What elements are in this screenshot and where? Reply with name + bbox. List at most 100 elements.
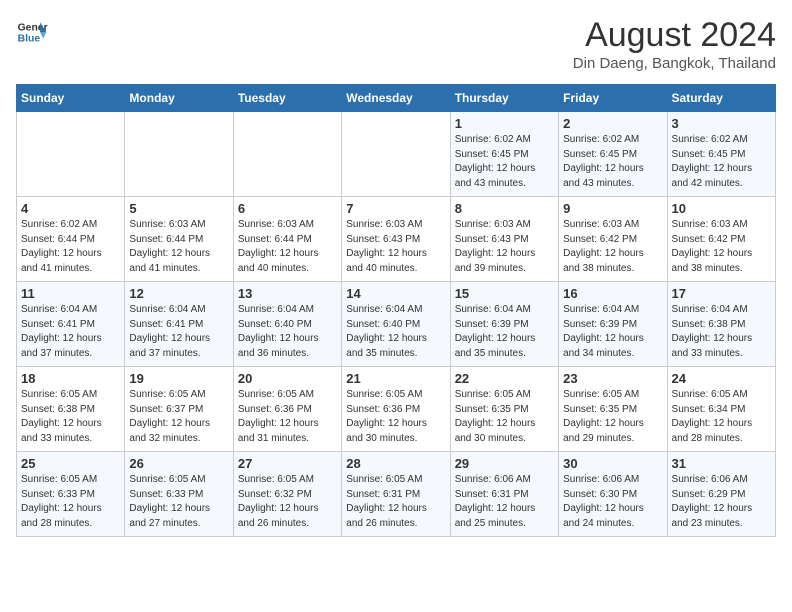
calendar-cell: 28 Sunrise: 6:05 AM Sunset: 6:31 PM Dayli…: [342, 452, 450, 537]
calendar-cell: 21 Sunrise: 6:05 AM Sunset: 6:36 PM Dayli…: [342, 367, 450, 452]
cell-date: 23: [563, 371, 662, 386]
calendar-cell: 16 Sunrise: 6:04 AM Sunset: 6:39 PM Dayli…: [559, 282, 667, 367]
cell-info: Sunrise: 6:05 AM Sunset: 6:35 PM Dayligh…: [455, 388, 554, 446]
cell-date: 25: [21, 456, 120, 471]
cell-date: 2: [563, 116, 662, 131]
cell-date: 18: [21, 371, 120, 386]
calendar-cell: [125, 112, 233, 197]
calendar-title: August 2024: [573, 16, 776, 55]
cell-date: 11: [21, 286, 120, 301]
cell-date: 31: [672, 456, 771, 471]
svg-text:Blue: Blue: [18, 34, 41, 45]
week-row-1: 1 Sunrise: 6:02 AM Sunset: 6:45 PM Daylig…: [17, 112, 776, 197]
header-row: SundayMondayTuesdayWednesdayThursdayFrid…: [17, 85, 776, 112]
cell-date: 1: [455, 116, 554, 131]
calendar-cell: 12Sunrise: 6:04 AM Sunset: 6:41 PM Dayli…: [125, 282, 233, 367]
cell-date: 24: [672, 371, 771, 386]
title-block: August 2024 Din Daeng, Bangkok, Thailand: [573, 16, 776, 72]
calendar-cell: 26Sunrise: 6:05 AM Sunset: 6:33 PM Dayli…: [125, 452, 233, 537]
day-header-monday: Monday: [125, 85, 233, 112]
cell-date: 13: [238, 286, 337, 301]
calendar-cell: [17, 112, 125, 197]
calendar-cell: 20 Sunrise: 6:05 AM Sunset: 6:36 PM Dayli…: [233, 367, 341, 452]
calendar-cell: 11 Sunrise: 6:04 AM Sunset: 6:41 PM Dayli…: [17, 282, 125, 367]
logo-icon: General Blue: [16, 16, 48, 48]
cell-info: Sunrise: 6:05 AM Sunset: 6:38 PM Dayligh…: [21, 388, 120, 446]
day-header-wednesday: Wednesday: [342, 85, 450, 112]
cell-date: 7: [346, 201, 445, 216]
week-row-5: 25 Sunrise: 6:05 AM Sunset: 6:33 PM Dayli…: [17, 452, 776, 537]
cell-info: Sunrise: 6:05 AM Sunset: 6:33 PM Dayligh…: [21, 473, 120, 531]
cell-info: Sunrise: 6:06 AM Sunset: 6:30 PM Dayligh…: [563, 473, 662, 531]
calendar-cell: 30 Sunrise: 6:06 AM Sunset: 6:30 PM Dayli…: [559, 452, 667, 537]
calendar-cell: 3Sunrise: 6:02 AM Sunset: 6:45 PM Daylig…: [667, 112, 775, 197]
calendar-cell: 9Sunrise: 6:03 AM Sunset: 6:42 PM Daylig…: [559, 197, 667, 282]
cell-date: 22: [455, 371, 554, 386]
cell-info: Sunrise: 6:03 AM Sunset: 6:42 PM Dayligh…: [672, 218, 771, 276]
cell-info: Sunrise: 6:02 AM Sunset: 6:45 PM Dayligh…: [455, 133, 554, 191]
week-row-3: 11 Sunrise: 6:04 AM Sunset: 6:41 PM Dayli…: [17, 282, 776, 367]
cell-info: Sunrise: 6:04 AM Sunset: 6:39 PM Dayligh…: [455, 303, 554, 361]
cell-date: 3: [672, 116, 771, 131]
cell-info: Sunrise: 6:04 AM Sunset: 6:40 PM Dayligh…: [238, 303, 337, 361]
cell-info: Sunrise: 6:03 AM Sunset: 6:42 PM Dayligh…: [563, 218, 662, 276]
cell-info: Sunrise: 6:05 AM Sunset: 6:34 PM Dayligh…: [672, 388, 771, 446]
cell-info: Sunrise: 6:03 AM Sunset: 6:43 PM Dayligh…: [346, 218, 445, 276]
cell-date: 21: [346, 371, 445, 386]
cell-date: 17: [672, 286, 771, 301]
cell-date: 5: [129, 201, 228, 216]
cell-date: 20: [238, 371, 337, 386]
calendar-cell: 31 Sunrise: 6:06 AM Sunset: 6:29 PM Dayli…: [667, 452, 775, 537]
cell-info: Sunrise: 6:02 AM Sunset: 6:45 PM Dayligh…: [563, 133, 662, 191]
cell-info: Sunrise: 6:05 AM Sunset: 6:33 PM Dayligh…: [129, 473, 228, 531]
cell-date: 12: [129, 286, 228, 301]
cell-info: Sunrise: 6:04 AM Sunset: 6:39 PM Dayligh…: [563, 303, 662, 361]
calendar-cell: 29Sunrise: 6:06 AM Sunset: 6:31 PM Dayli…: [450, 452, 558, 537]
calendar-cell: 23Sunrise: 6:05 AM Sunset: 6:35 PM Dayli…: [559, 367, 667, 452]
week-row-2: 4Sunrise: 6:02 AM Sunset: 6:44 PM Daylig…: [17, 197, 776, 282]
calendar-cell: 18 Sunrise: 6:05 AM Sunset: 6:38 PM Dayli…: [17, 367, 125, 452]
cell-date: 4: [21, 201, 120, 216]
cell-date: 6: [238, 201, 337, 216]
day-header-saturday: Saturday: [667, 85, 775, 112]
cell-info: Sunrise: 6:05 AM Sunset: 6:36 PM Dayligh…: [238, 388, 337, 446]
cell-info: Sunrise: 6:06 AM Sunset: 6:29 PM Dayligh…: [672, 473, 771, 531]
day-header-thursday: Thursday: [450, 85, 558, 112]
cell-info: Sunrise: 6:05 AM Sunset: 6:32 PM Dayligh…: [238, 473, 337, 531]
cell-info: Sunrise: 6:03 AM Sunset: 6:43 PM Dayligh…: [455, 218, 554, 276]
calendar-cell: 15 Sunrise: 6:04 AM Sunset: 6:39 PM Dayli…: [450, 282, 558, 367]
calendar-cell: 7 Sunrise: 6:03 AM Sunset: 6:43 PM Daylig…: [342, 197, 450, 282]
calendar-cell: 19 Sunrise: 6:05 AM Sunset: 6:37 PM Dayli…: [125, 367, 233, 452]
calendar-cell: 22 Sunrise: 6:05 AM Sunset: 6:35 PM Dayli…: [450, 367, 558, 452]
cell-date: 19: [129, 371, 228, 386]
calendar-cell: 17 Sunrise: 6:04 AM Sunset: 6:38 PM Dayli…: [667, 282, 775, 367]
cell-info: Sunrise: 6:03 AM Sunset: 6:44 PM Dayligh…: [238, 218, 337, 276]
calendar-cell: 5Sunrise: 6:03 AM Sunset: 6:44 PM Daylig…: [125, 197, 233, 282]
calendar-subtitle: Din Daeng, Bangkok, Thailand: [573, 55, 776, 72]
cell-info: Sunrise: 6:05 AM Sunset: 6:31 PM Dayligh…: [346, 473, 445, 531]
calendar-cell: 1 Sunrise: 6:02 AM Sunset: 6:45 PM Daylig…: [450, 112, 558, 197]
cell-date: 28: [346, 456, 445, 471]
calendar-cell: 6 Sunrise: 6:03 AM Sunset: 6:44 PM Daylig…: [233, 197, 341, 282]
calendar-table: SundayMondayTuesdayWednesdayThursdayFrid…: [16, 84, 776, 537]
calendar-cell: 8 Sunrise: 6:03 AM Sunset: 6:43 PM Daylig…: [450, 197, 558, 282]
calendar-cell: 27 Sunrise: 6:05 AM Sunset: 6:32 PM Dayli…: [233, 452, 341, 537]
calendar-cell: 13 Sunrise: 6:04 AM Sunset: 6:40 PM Dayli…: [233, 282, 341, 367]
cell-info: Sunrise: 6:04 AM Sunset: 6:41 PM Dayligh…: [21, 303, 120, 361]
calendar-header: SundayMondayTuesdayWednesdayThursdayFrid…: [17, 85, 776, 112]
cell-date: 30: [563, 456, 662, 471]
calendar-cell: 4Sunrise: 6:02 AM Sunset: 6:44 PM Daylig…: [17, 197, 125, 282]
cell-date: 10: [672, 201, 771, 216]
cell-date: 27: [238, 456, 337, 471]
cell-date: 8: [455, 201, 554, 216]
cell-date: 15: [455, 286, 554, 301]
cell-info: Sunrise: 6:05 AM Sunset: 6:36 PM Dayligh…: [346, 388, 445, 446]
week-row-4: 18 Sunrise: 6:05 AM Sunset: 6:38 PM Dayli…: [17, 367, 776, 452]
cell-date: 16: [563, 286, 662, 301]
logo: General Blue: [16, 16, 48, 48]
page-header: General Blue August 2024 Din Daeng, Bang…: [16, 16, 776, 72]
day-header-sunday: Sunday: [17, 85, 125, 112]
cell-info: Sunrise: 6:04 AM Sunset: 6:38 PM Dayligh…: [672, 303, 771, 361]
cell-info: Sunrise: 6:05 AM Sunset: 6:37 PM Dayligh…: [129, 388, 228, 446]
calendar-body: 1 Sunrise: 6:02 AM Sunset: 6:45 PM Daylig…: [17, 112, 776, 537]
